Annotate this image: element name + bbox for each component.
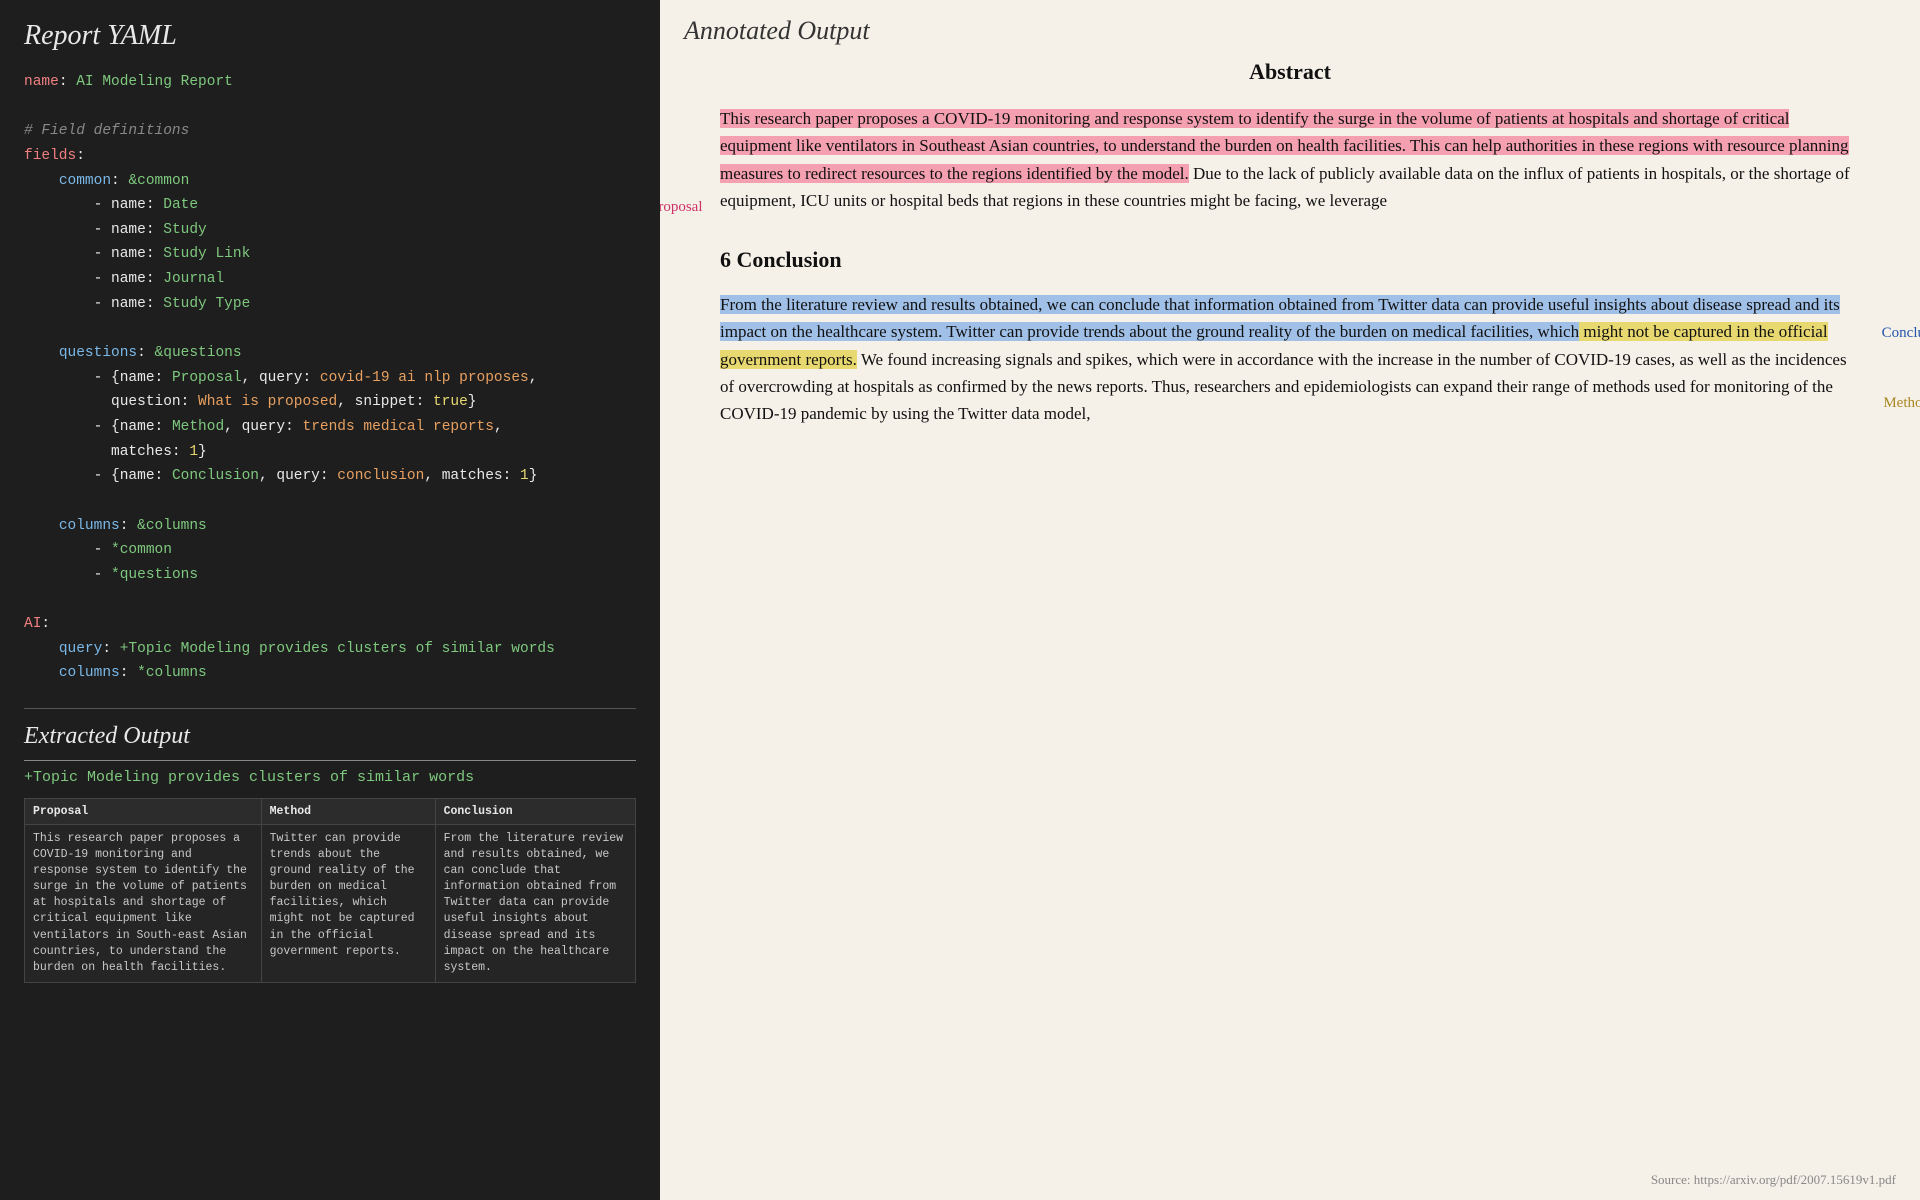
conclusion-container: Conclusion Method From the literature re…: [720, 291, 1860, 427]
abstract-container: Proposal This research paper proposes a …: [720, 105, 1860, 214]
cell-method: Twitter can provide trends about the gro…: [261, 825, 435, 983]
yaml-ai-columns: columns: *columns: [24, 661, 636, 686]
yaml-ai-query: query: +Topic Modeling provides clusters…: [24, 637, 636, 662]
method-label: Method: [1883, 391, 1920, 415]
divider: [24, 760, 636, 761]
yaml-content: name: AI Modeling Report # Field definit…: [24, 70, 636, 686]
yaml-q1b: question: What is proposed, snippet: tru…: [24, 390, 636, 415]
yaml-name-studytype: - name: Study Type: [24, 292, 636, 317]
yaml-name-studylink: - name: Study Link: [24, 242, 636, 267]
yaml-name-line: name: AI Modeling Report: [24, 70, 636, 95]
extracted-query: +Topic Modeling provides clusters of sim…: [24, 769, 636, 786]
right-header: Annotated Output: [660, 0, 1920, 54]
left-panel-title: Report YAML: [24, 20, 636, 52]
yaml-comment: # Field definitions: [24, 119, 636, 144]
conclusion-section: 6 Conclusion Conclusion Method From the …: [720, 242, 1860, 427]
yaml-q2b: matches: 1}: [24, 440, 636, 465]
proposal-label: Proposal: [660, 195, 703, 219]
conclusion-text: From the literature review and results o…: [720, 291, 1860, 427]
yaml-name-study: - name: Study: [24, 218, 636, 243]
results-table: Proposal Method Conclusion This research…: [24, 798, 636, 983]
yaml-ai: AI:: [24, 612, 636, 637]
yaml-blank4: [24, 587, 636, 612]
conclusion-heading: 6 Conclusion: [720, 242, 1860, 277]
abstract-text: This research paper proposes a COVID-19 …: [720, 105, 1860, 214]
paper-content: Abstract Proposal This research paper pr…: [660, 54, 1920, 447]
col-method: Method: [261, 799, 435, 825]
yaml-blank1: [24, 95, 636, 120]
yaml-blank2: [24, 316, 636, 341]
extracted-title: Extracted Output: [24, 723, 636, 750]
yaml-common: common: &common: [24, 169, 636, 194]
col-proposal: Proposal: [25, 799, 262, 825]
conclusion-label: Conclusion: [1882, 321, 1920, 345]
abstract-title: Abstract: [720, 54, 1860, 89]
yaml-name-journal: - name: Journal: [24, 267, 636, 292]
right-panel: Annotated Output Abstract Proposal This …: [660, 0, 1920, 1200]
yaml-fields: fields:: [24, 144, 636, 169]
yaml-q2: - {name: Method, query: trends medical r…: [24, 415, 636, 440]
left-panel: Report YAML name: AI Modeling Report # F…: [0, 0, 660, 1200]
yaml-col-questions: - *questions: [24, 563, 636, 588]
abstract-highlighted: This research paper proposes a COVID-19 …: [720, 109, 1849, 182]
yaml-q3: - {name: Conclusion, query: conclusion, …: [24, 464, 636, 489]
cell-proposal: This research paper proposes a COVID-19 …: [25, 825, 262, 983]
yaml-name-date: - name: Date: [24, 193, 636, 218]
source-note: Source: https://arxiv.org/pdf/2007.15619…: [1651, 1172, 1896, 1188]
table-row: This research paper proposes a COVID-19 …: [25, 825, 636, 983]
yaml-q1a: - {name: Proposal, query: covid-19 ai nl…: [24, 366, 636, 391]
table-header-row: Proposal Method Conclusion: [25, 799, 636, 825]
yaml-columns: columns: &columns: [24, 514, 636, 539]
yaml-questions: questions: &questions: [24, 341, 636, 366]
cell-conclusion: From the literature review and results o…: [435, 825, 635, 983]
extracted-section: Extracted Output +Topic Modeling provide…: [24, 708, 636, 983]
yaml-blank3: [24, 489, 636, 514]
col-conclusion: Conclusion: [435, 799, 635, 825]
yaml-col-common: - *common: [24, 538, 636, 563]
